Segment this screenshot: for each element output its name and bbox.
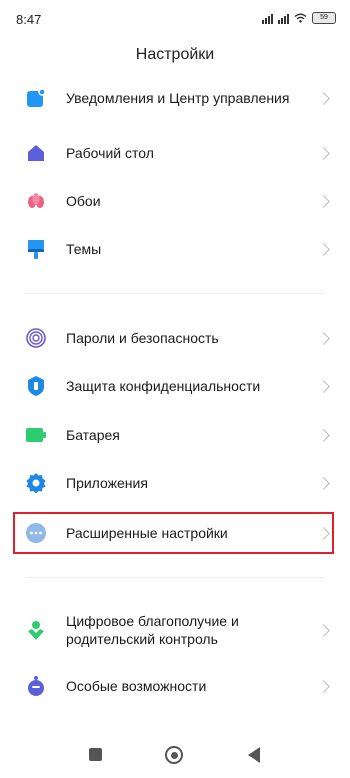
battery-icon xyxy=(26,425,46,445)
section-divider xyxy=(26,577,324,578)
section-divider xyxy=(26,293,324,294)
chevron-right-icon xyxy=(317,476,330,490)
status-icons: 59 xyxy=(262,12,336,24)
settings-item-battery[interactable]: Батарея xyxy=(0,424,350,446)
chevron-right-icon xyxy=(317,331,330,345)
page-title: Настройки xyxy=(135,46,215,63)
chevron-right-icon xyxy=(317,428,330,442)
settings-item-wallpaper[interactable]: Обои xyxy=(0,190,350,212)
apps-gear-icon xyxy=(26,473,46,493)
signal-icon xyxy=(262,13,273,24)
settings-item-label: Приложения xyxy=(66,475,148,491)
fingerprint-icon xyxy=(26,328,46,348)
settings-item-themes[interactable]: Темы xyxy=(0,238,350,260)
wallpaper-flower-icon xyxy=(26,191,46,211)
battery-indicator: 59 xyxy=(312,12,336,24)
signal-icon-2 xyxy=(278,13,289,24)
chevron-right-icon xyxy=(317,242,330,256)
privacy-shield-icon xyxy=(26,376,46,396)
back-button[interactable] xyxy=(248,747,260,763)
settings-item-label: Темы xyxy=(66,241,102,257)
settings-item-apps[interactable]: Приложения xyxy=(0,472,350,494)
home-icon xyxy=(26,143,46,163)
chevron-right-icon xyxy=(317,146,330,160)
status-bar: 8:47 59 xyxy=(0,0,350,36)
settings-item-label: Пароли и безопасность xyxy=(66,330,219,346)
chevron-right-icon xyxy=(317,623,330,637)
wellbeing-icon xyxy=(26,620,46,640)
status-time: 8:47 xyxy=(16,12,42,27)
themes-brush-icon xyxy=(26,239,46,259)
settings-item-privacy[interactable]: Защита конфиденциальности xyxy=(0,375,350,397)
settings-item-accessibility[interactable]: Особые возможности xyxy=(0,675,350,697)
highlight-box xyxy=(13,512,334,554)
settings-item-desktop[interactable]: Рабочий стол xyxy=(0,142,350,164)
chevron-right-icon xyxy=(317,379,330,393)
settings-item-passwords-security[interactable]: Пароли и безопасность xyxy=(0,327,350,349)
settings-item-label: Рабочий стол xyxy=(66,145,154,161)
home-button[interactable] xyxy=(165,746,183,764)
settings-item-label: Обои xyxy=(66,193,101,209)
navigation-bar xyxy=(0,732,350,778)
recents-button[interactable] xyxy=(89,748,102,761)
notifications-icon xyxy=(26,88,46,108)
wifi-icon xyxy=(294,13,307,23)
settings-item-label: Защита конфиденциальности xyxy=(66,378,261,394)
settings-item-notifications[interactable]: Уведомления и Центр управления xyxy=(0,78,350,118)
settings-item-label: Батарея xyxy=(66,427,120,443)
settings-item-label: Особые возможности xyxy=(66,678,207,694)
chevron-right-icon xyxy=(317,679,330,693)
settings-item-label: Цифровое благополучие и родительский кон… xyxy=(66,613,239,647)
chevron-right-icon xyxy=(317,91,330,105)
settings-item-digital-wellbeing[interactable]: Цифровое благополучие и родительский кон… xyxy=(0,610,350,650)
settings-item-label: Уведомления и Центр управления xyxy=(66,90,290,106)
chevron-right-icon xyxy=(317,194,330,208)
accessibility-icon xyxy=(26,676,46,696)
